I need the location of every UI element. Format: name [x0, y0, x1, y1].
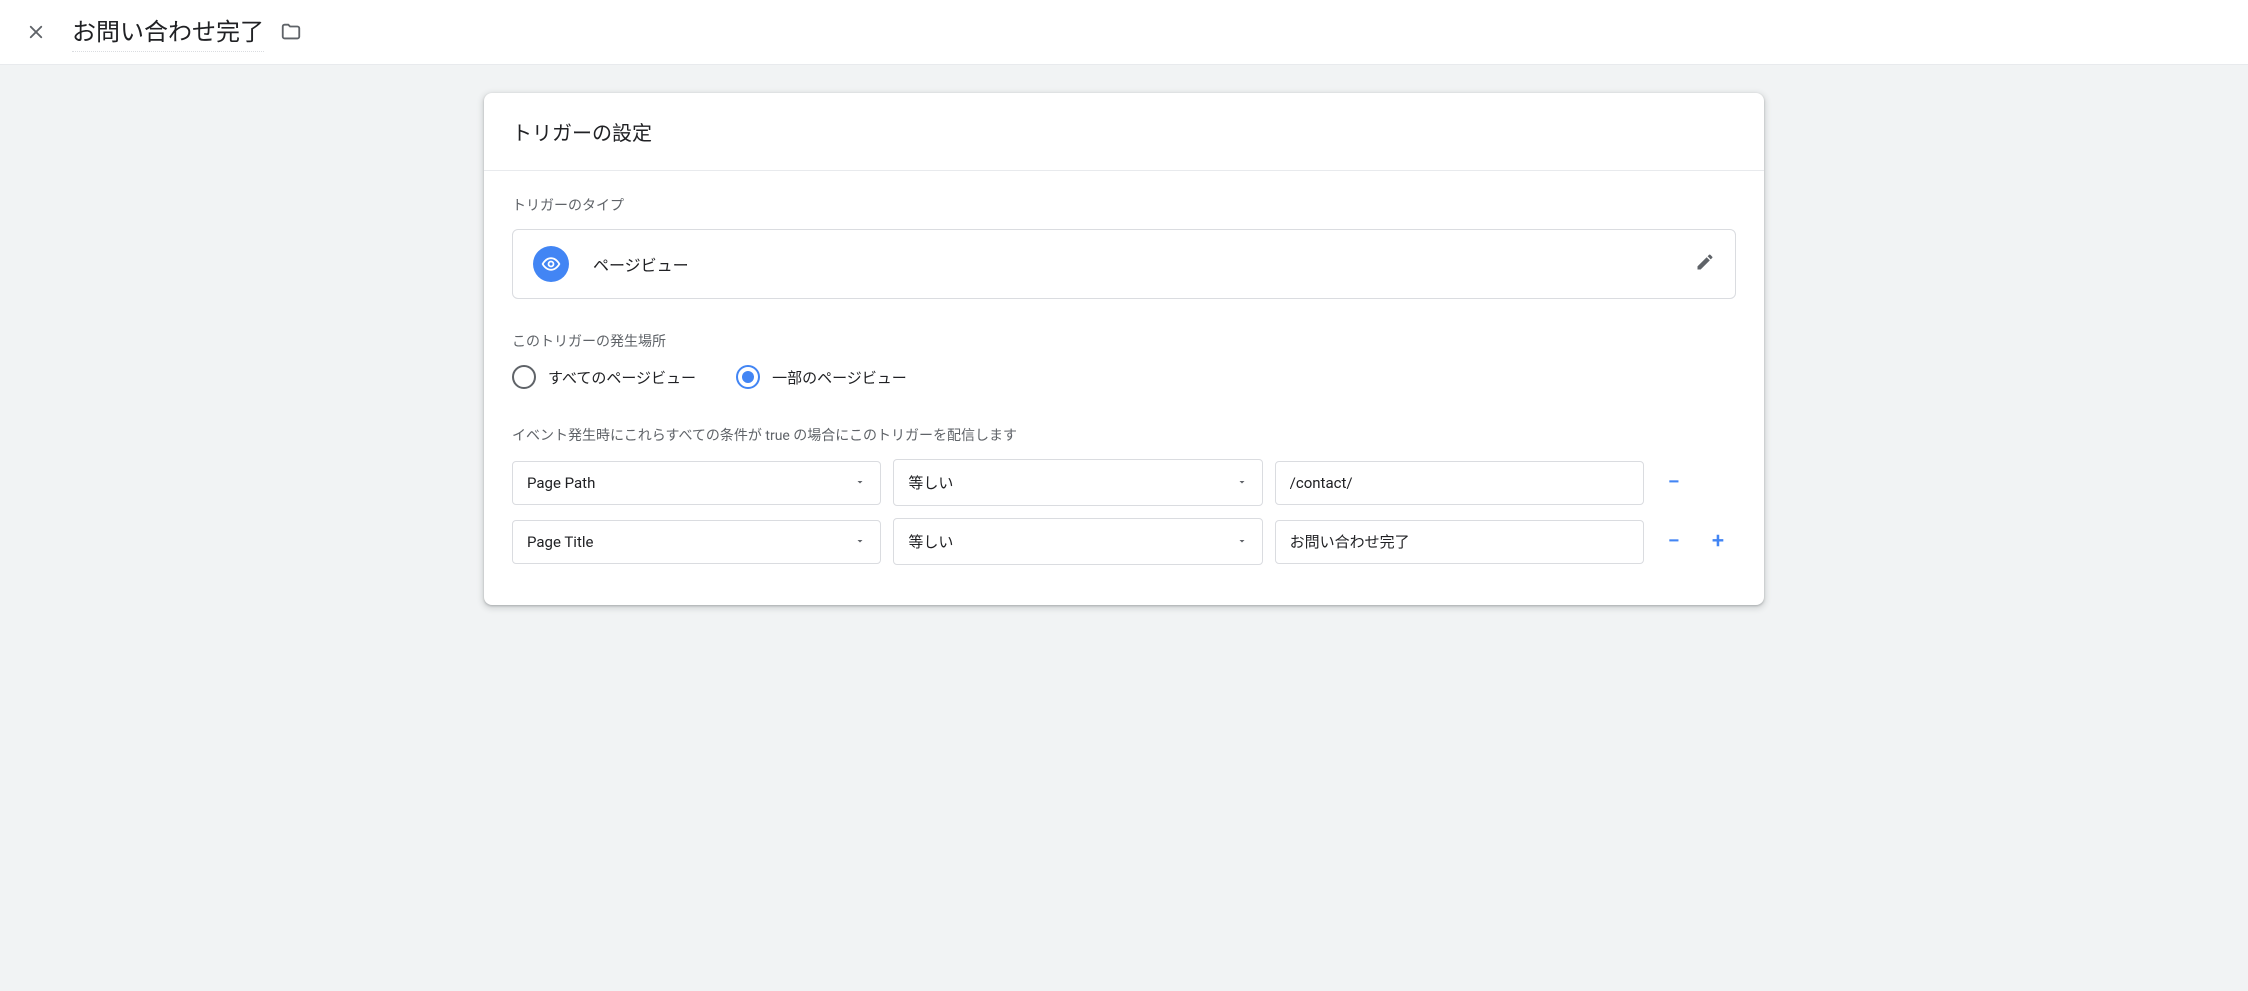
trigger-type-left: ページビュー — [533, 246, 689, 282]
eye-icon — [541, 254, 561, 274]
radio-circle-icon — [512, 365, 536, 389]
trigger-config-card: トリガーの設定 トリガーのタイプ ページビュー このトリガーの発生場所 — [484, 93, 1764, 605]
page-background: トリガーの設定 トリガーのタイプ ページビュー このトリガーの発生場所 — [0, 65, 2248, 991]
remove-condition-button[interactable]: − — [1664, 531, 1684, 553]
trigger-type-name: ページビュー — [593, 252, 689, 276]
radio-some-pageviews[interactable]: 一部のページビュー — [736, 365, 907, 389]
condition-variable-value: Page Title — [527, 533, 593, 551]
pencil-icon — [1695, 252, 1715, 272]
condition-value-input[interactable] — [1275, 461, 1644, 505]
condition-variable-select[interactable]: Page Title — [512, 520, 881, 564]
fire-on-radio-group: すべてのページビュー 一部のページビュー — [512, 365, 1736, 389]
condition-row-1: Page Title 等しい − + — [512, 518, 1736, 565]
chevron-down-icon — [1236, 474, 1248, 492]
condition-operator-select[interactable]: 等しい — [893, 518, 1262, 565]
chevron-down-icon — [854, 533, 866, 551]
condition-value-input[interactable] — [1275, 520, 1644, 564]
page-title[interactable]: お問い合わせ完了 — [72, 12, 264, 52]
trigger-type-label: トリガーのタイプ — [512, 195, 1736, 215]
fire-on-label: このトリガーの発生場所 — [512, 331, 1736, 351]
pageview-icon — [533, 246, 569, 282]
remove-condition-button[interactable]: − — [1664, 472, 1684, 494]
condition-actions: − — [1656, 472, 1736, 494]
condition-row-0: Page Path 等しい − — [512, 459, 1736, 506]
chevron-down-icon — [854, 474, 866, 492]
condition-help-text: イベント発生時にこれらすべての条件が true の場合にこのトリガーを配信します — [512, 425, 1736, 445]
radio-circle-selected-icon — [736, 365, 760, 389]
radio-all-pageviews[interactable]: すべてのページビュー — [512, 365, 696, 389]
add-condition-button[interactable]: + — [1708, 531, 1728, 553]
condition-operator-value: 等しい — [908, 531, 953, 552]
title-area: お問い合わせ完了 — [72, 12, 302, 52]
radio-all-label: すべてのページビュー — [548, 367, 696, 388]
condition-operator-select[interactable]: 等しい — [893, 459, 1262, 506]
close-button[interactable] — [24, 20, 48, 44]
folder-icon[interactable] — [280, 21, 302, 43]
radio-dot-icon — [742, 371, 754, 383]
card-body: トリガーのタイプ ページビュー このトリガーの発生場所 すべてのページビュー — [484, 171, 1764, 605]
radio-some-label: 一部のページビュー — [772, 367, 907, 388]
top-header: お問い合わせ完了 — [0, 0, 2248, 65]
condition-operator-value: 等しい — [908, 472, 953, 493]
card-header: トリガーの設定 — [484, 93, 1764, 171]
chevron-down-icon — [1236, 533, 1248, 551]
condition-variable-value: Page Path — [527, 474, 595, 492]
condition-actions: − + — [1656, 531, 1736, 553]
trigger-type-selector[interactable]: ページビュー — [512, 229, 1736, 299]
card-title: トリガーの設定 — [512, 117, 1736, 146]
close-icon — [27, 23, 45, 41]
condition-variable-select[interactable]: Page Path — [512, 461, 881, 505]
edit-trigger-type-button[interactable] — [1695, 252, 1715, 276]
